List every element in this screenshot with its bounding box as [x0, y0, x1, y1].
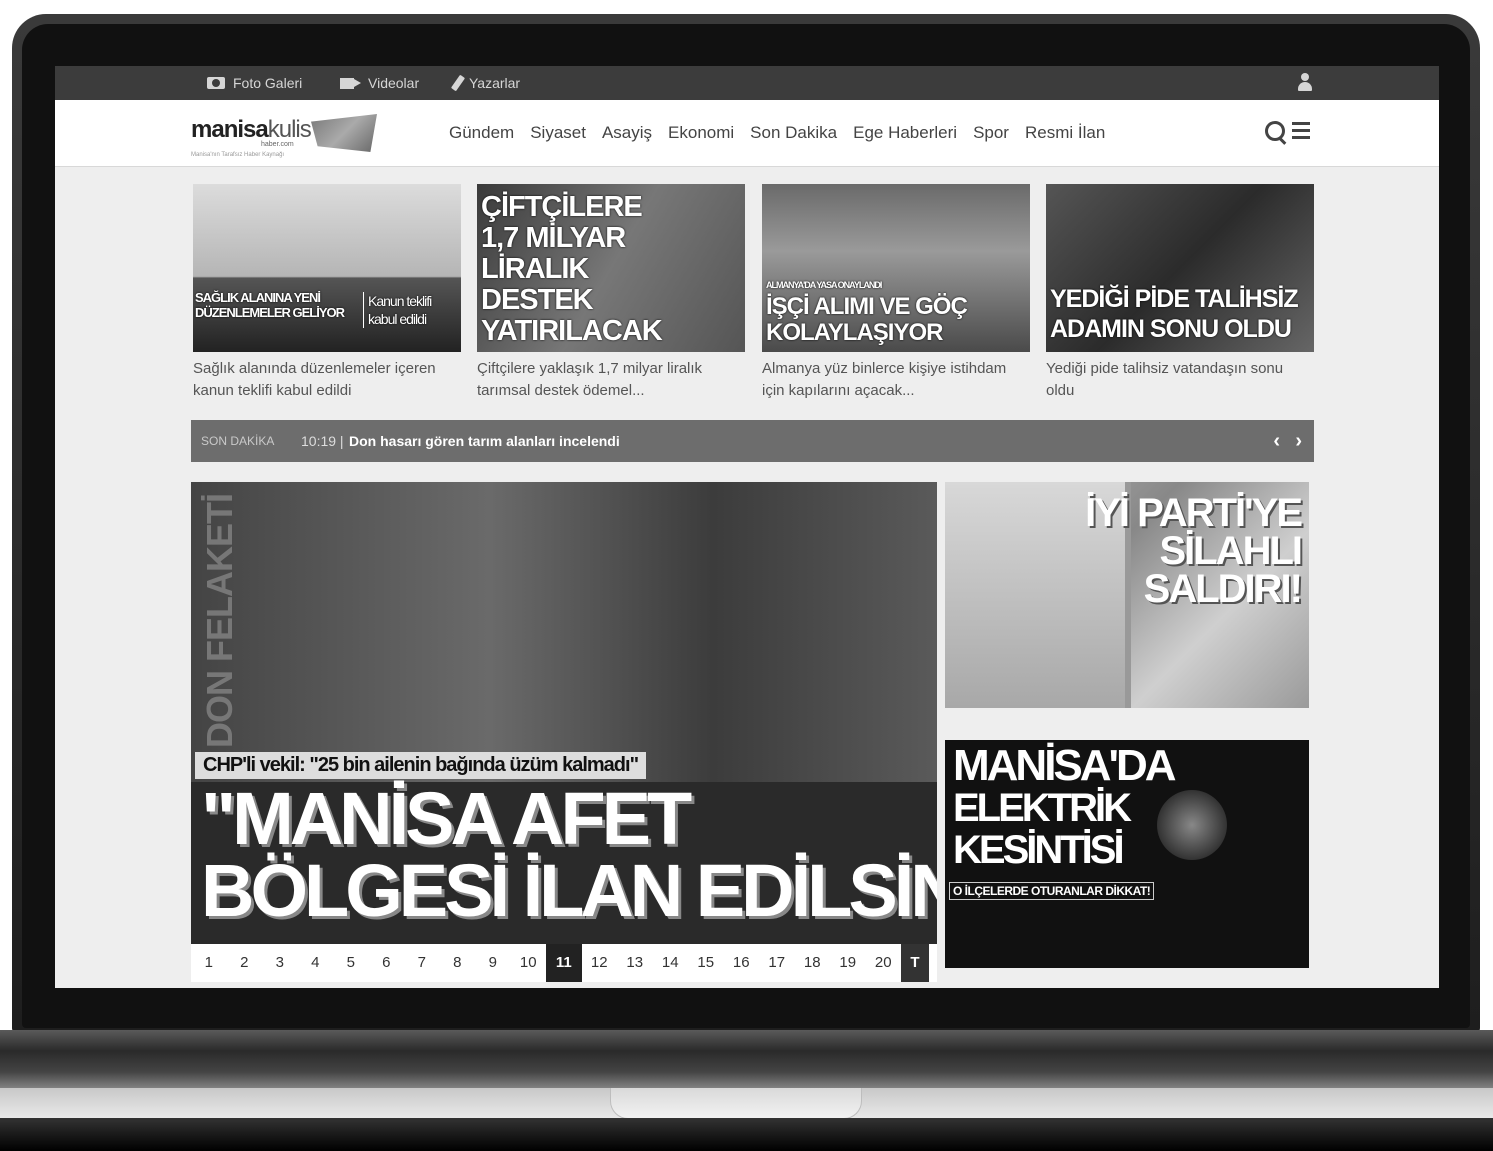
- ticker-label: SON DAKİKA: [201, 434, 275, 448]
- nav-item-gundem[interactable]: Gündem: [449, 123, 514, 143]
- page-button[interactable]: 19: [830, 944, 866, 982]
- nav-item-ege-haberleri[interactable]: Ege Haberleri: [853, 123, 957, 143]
- flag-icon: [311, 114, 377, 152]
- camera-icon: [207, 77, 225, 89]
- news-card-kicker: ALMANYA'DA YASA ONAYLANDI: [766, 280, 882, 290]
- top-utility-bar: Foto Galeri Videolar Yazarlar: [55, 66, 1439, 100]
- news-card-headline: SAĞLIK ALANINA YENİ DÜZENLEMELER GELİYOR: [195, 290, 345, 320]
- page-button[interactable]: 15: [688, 944, 724, 982]
- page-button[interactable]: 20: [866, 944, 902, 982]
- news-card-headline: ÇİFTÇİLERE 1,7 MİLYAR LİRALIK DESTEK YAT…: [481, 191, 663, 347]
- news-card-caption[interactable]: Çiftçilere yaklaşık 1,7 milyar liralık t…: [477, 358, 745, 402]
- menu-icon[interactable]: [1292, 122, 1310, 139]
- news-card[interactable]: YEDİĞİ PİDE TALİHSİZ ADAMIN SONU OLDU Ye…: [1046, 184, 1314, 414]
- side-story-title: İYİ PARTİ'YE SİLAHLI SALDIRI!: [1085, 491, 1303, 611]
- news-card[interactable]: SAĞLIK ALANINA YENİ DÜZENLEMELER GELİYOR…: [193, 184, 461, 414]
- nav-item-ekonomi[interactable]: Ekonomi: [668, 123, 734, 143]
- side-story-title-line3: KESİNTİSİ: [953, 828, 1125, 872]
- news-card-caption[interactable]: Sağlık alanında düzenlemeler içeren kanu…: [193, 358, 461, 402]
- headline-subtitle: CHP'li vekil: "25 bin ailenin bağında üz…: [195, 752, 647, 779]
- headline-image: [191, 482, 937, 782]
- page-button[interactable]: 16: [724, 944, 760, 982]
- news-card[interactable]: ÇİFTÇİLERE 1,7 MİLYAR LİRALIK DESTEK YAT…: [477, 184, 745, 414]
- page-button[interactable]: 14: [653, 944, 689, 982]
- page-button[interactable]: 7: [404, 944, 440, 982]
- laptop-shadow: [0, 1118, 1493, 1151]
- page-button[interactable]: 6: [369, 944, 405, 982]
- side-story-title-line2: ELEKTRİK: [953, 786, 1132, 830]
- page-button[interactable]: 18: [795, 944, 831, 982]
- site-header: manisakulis haber.com Manisa'nın Tarafsı…: [55, 100, 1439, 167]
- nav-item-siyaset[interactable]: Siyaset: [530, 123, 586, 143]
- ticker-time: 10:19 |: [301, 433, 344, 449]
- news-card-caption[interactable]: Yediği pide talihsiz vatandaşın sonu old…: [1046, 358, 1314, 402]
- page-button[interactable]: 13: [617, 944, 653, 982]
- page-button[interactable]: 10: [511, 944, 547, 982]
- ticker-prev-button[interactable]: ‹: [1273, 420, 1280, 462]
- news-card[interactable]: ALMANYA'DA YASA ONAYLANDI İŞÇİ ALIMI VE …: [762, 184, 1030, 414]
- headline-vertical-label: DON FELAKETİ: [199, 494, 240, 748]
- logo-domain: haber.com: [261, 141, 294, 148]
- news-card-caption[interactable]: Almanya yüz binlerce kişiye istihdam içi…: [762, 358, 1030, 402]
- website-screen: Foto Galeri Videolar Yazarlar manisakuli…: [55, 66, 1439, 988]
- video-icon: [340, 77, 361, 89]
- nav-item-spor[interactable]: Spor: [973, 123, 1009, 143]
- headline-title-line1: "MANİSA AFET: [201, 777, 692, 860]
- photo-gallery-label: Foto Galeri: [233, 75, 303, 91]
- news-card-subhead: Kanun teklifi kabul edildi: [363, 292, 461, 328]
- logo-wordmark: manisakulis: [191, 116, 312, 143]
- user-icon[interactable]: [1295, 73, 1315, 93]
- page-button[interactable]: 17: [759, 944, 795, 982]
- news-card-image: YEDİĞİ PİDE TALİHSİZ ADAMIN SONU OLDU: [1046, 184, 1314, 352]
- page-button[interactable]: 2: [227, 944, 263, 982]
- page-button[interactable]: 8: [440, 944, 476, 982]
- news-card-headline: YEDİĞİ PİDE TALİHSİZ ADAMIN SONU OLDU: [1050, 285, 1299, 343]
- headline-title-line2: BÖLGESİ İLAN EDİLSİN": [201, 849, 937, 932]
- page-button-active[interactable]: 11: [546, 944, 582, 982]
- page-button[interactable]: 3: [262, 944, 298, 982]
- search-icon[interactable]: [1265, 121, 1285, 141]
- videos-link[interactable]: Videolar: [340, 66, 419, 100]
- authors-label: Yazarlar: [469, 75, 521, 91]
- page-button[interactable]: 1: [191, 944, 227, 982]
- page-button[interactable]: 4: [298, 944, 334, 982]
- ticker-headline[interactable]: Don hasarı gören tarım alanları incelend…: [349, 420, 620, 462]
- side-story-title-line1: MANİSA'DA: [953, 741, 1177, 790]
- side-story[interactable]: MANİSA'DA ELEKTRİK KESİNTİSİ O İLÇELERDE…: [945, 740, 1309, 968]
- nav-item-resmi-ilan[interactable]: Resmi İlan: [1025, 123, 1105, 143]
- slider-pager: 1 2 3 4 5 6 7 8 9 10 11 12 13 14 15 16 1…: [191, 944, 937, 982]
- side-story-note: O İLÇELERDE OTURANLAR DİKKAT!: [949, 882, 1155, 900]
- main-nav: Gündem Siyaset Asayiş Ekonomi Son Dakika…: [449, 100, 1105, 166]
- news-card-image: SAĞLIK ALANINA YENİ DÜZENLEMELER GELİYOR…: [193, 184, 461, 352]
- side-story[interactable]: İYİ PARTİ'YE SİLAHLI SALDIRI!: [945, 482, 1309, 708]
- nav-item-asayis[interactable]: Asayiş: [602, 123, 652, 143]
- page-button[interactable]: 5: [333, 944, 369, 982]
- top-news-cards: SAĞLIK ALANINA YENİ DÜZENLEMELER GELİYOR…: [193, 184, 1315, 414]
- page-button[interactable]: 9: [475, 944, 511, 982]
- nav-item-son-dakika[interactable]: Son Dakika: [750, 123, 837, 143]
- light-bulb-image: [1157, 790, 1227, 860]
- ticker-next-button[interactable]: ›: [1295, 420, 1302, 462]
- page-button[interactable]: 12: [582, 944, 618, 982]
- laptop-base: [0, 1030, 1493, 1090]
- videos-label: Videolar: [368, 75, 420, 91]
- news-card-headline: İŞÇİ ALIMI VE GÖÇ KOLAYLAŞIYOR: [766, 293, 968, 346]
- all-pages-button[interactable]: T: [901, 944, 929, 982]
- logo-slogan: Manisa'nın Tarafsız Haber Kaynağı: [191, 152, 285, 158]
- news-card-image: ÇİFTÇİLERE 1,7 MİLYAR LİRALIK DESTEK YAT…: [477, 184, 745, 352]
- pen-icon: [450, 74, 466, 92]
- breaking-news-ticker: SON DAKİKA 10:19 | Don hasarı gören tarı…: [191, 420, 1314, 462]
- laptop-notch: [610, 1088, 862, 1119]
- authors-link[interactable]: Yazarlar: [450, 66, 521, 100]
- site-logo[interactable]: manisakulis haber.com Manisa'nın Tarafsı…: [191, 108, 383, 160]
- photo-gallery-link[interactable]: Foto Galeri: [207, 66, 302, 100]
- headline-slider[interactable]: DON FELAKETİ CHP'li vekil: "25 bin ailen…: [191, 482, 937, 944]
- news-card-image: ALMANYA'DA YASA ONAYLANDI İŞÇİ ALIMI VE …: [762, 184, 1030, 352]
